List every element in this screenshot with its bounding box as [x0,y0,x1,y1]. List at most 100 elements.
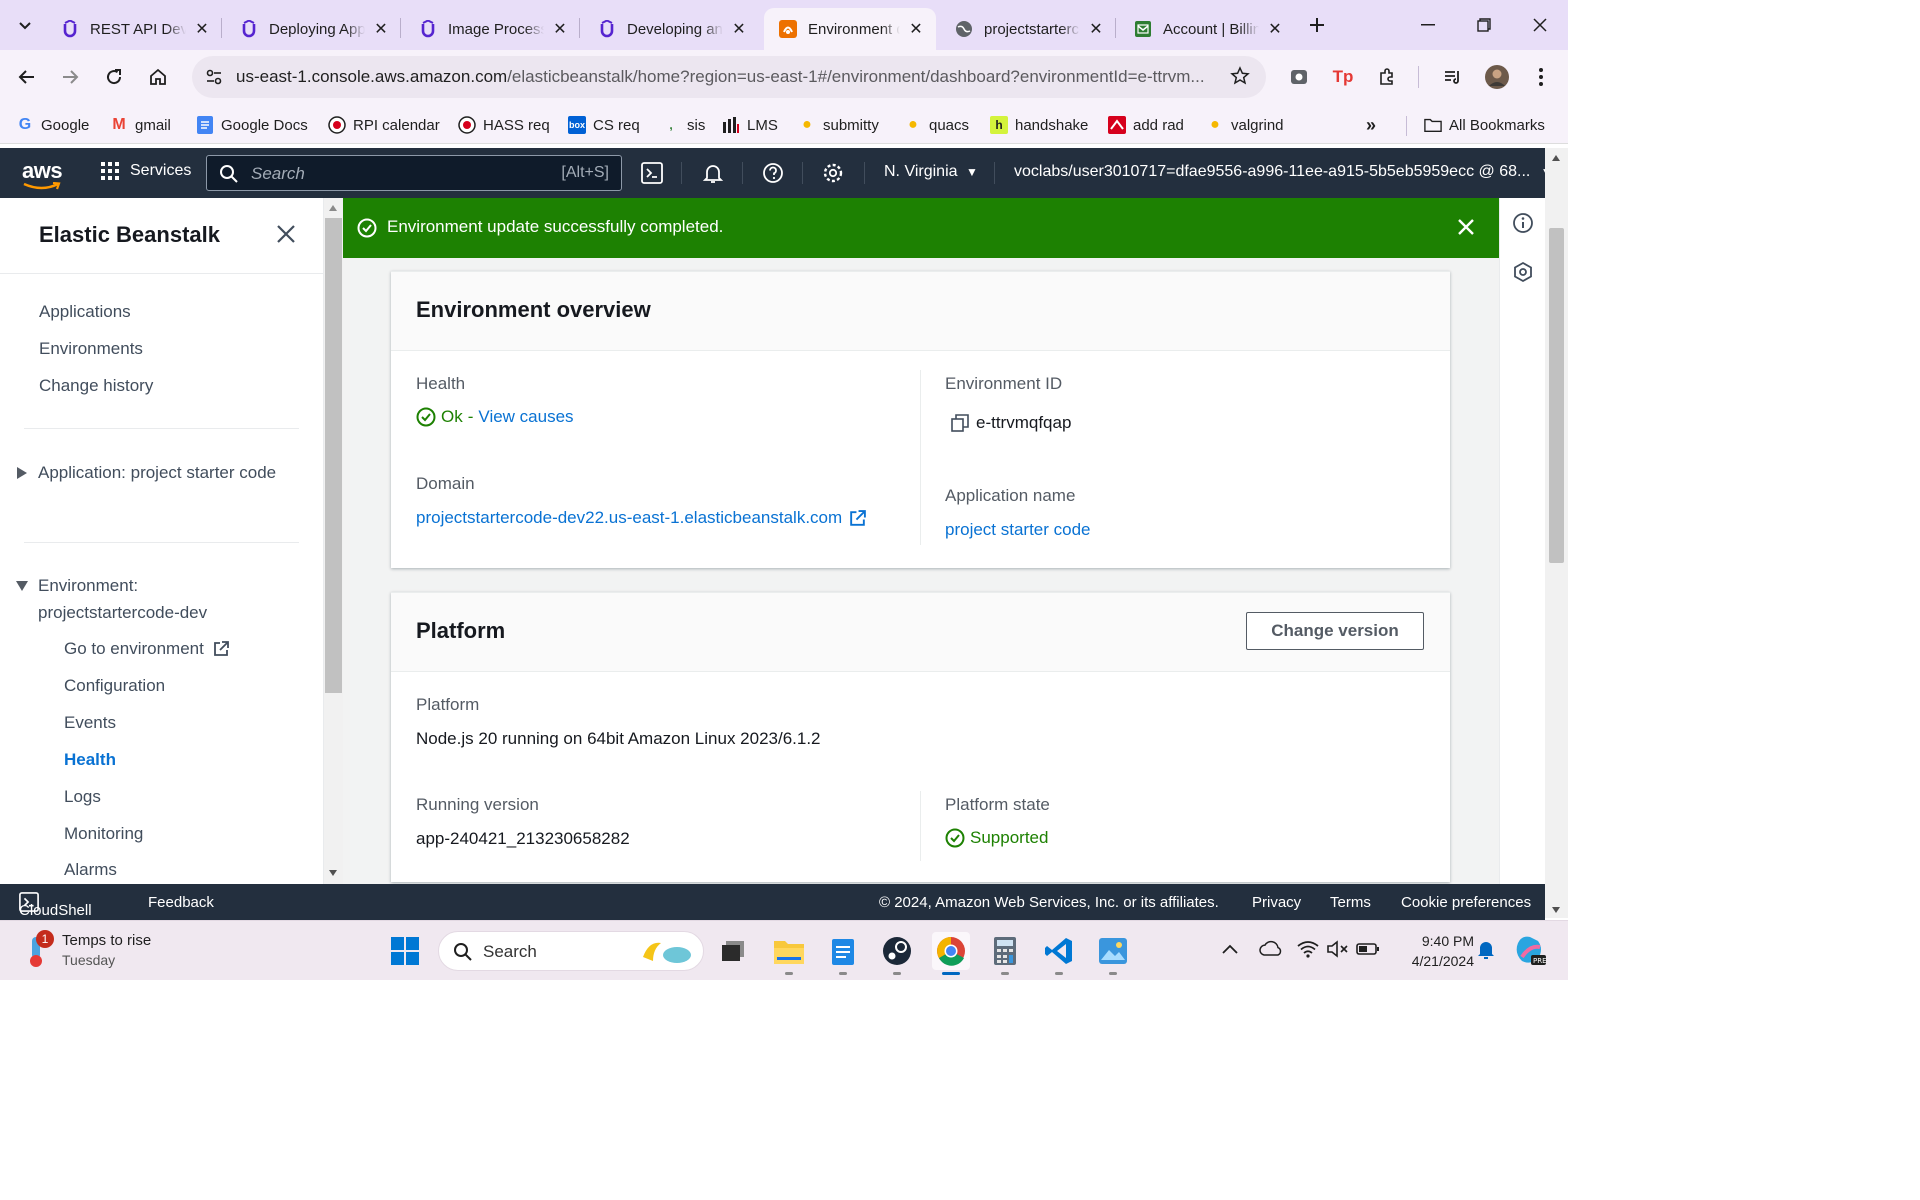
system-clock[interactable]: 9:40 PM 4/21/2024 [1412,931,1474,971]
feedback-hex-icon[interactable] [1512,261,1534,288]
show-hidden-icons-button[interactable] [1222,941,1238,959]
calculator-button[interactable] [986,932,1024,975]
privacy-link[interactable]: Privacy [1252,894,1301,911]
notification-bell-icon[interactable] [1476,939,1496,966]
close-window-button[interactable] [1512,0,1568,50]
gear-icon[interactable] [820,160,846,186]
copilot-icon[interactable]: PRE [1512,933,1547,972]
close-icon[interactable]: ✕ [729,19,749,39]
bookmark-google-docs[interactable]: Google Docs [196,112,308,138]
browser-tab[interactable]: Account | Billing ✕ [1119,8,1295,50]
reload-button[interactable] [97,60,131,94]
nav-configuration[interactable]: Configuration [64,676,165,696]
home-button[interactable] [141,60,175,94]
nav-change-history[interactable]: Change history [39,376,153,396]
chrome-button[interactable] [932,932,970,975]
close-icon[interactable]: ✕ [550,19,570,39]
tab-search-button[interactable] [8,8,42,42]
bookmark-submitty[interactable]: ● submitty [798,112,879,138]
vscode-button[interactable] [1040,932,1078,975]
bookmark-valgrind[interactable]: ● valgrind [1206,112,1283,138]
close-nav-button[interactable] [276,224,300,248]
account-menu[interactable]: voclabs/user3010717=dfae9556-a996-11ee-a… [1014,163,1553,181]
more-bookmarks-button[interactable]: » [1366,112,1376,138]
nav-alarms[interactable]: Alarms [64,860,117,880]
bookmark-quacs[interactable]: ● quacs [904,112,969,138]
dismiss-flash-button[interactable] [1457,218,1479,240]
battery-icon[interactable] [1356,939,1380,964]
bookmark-cs-req[interactable]: box CS req [568,112,640,138]
change-version-button[interactable]: Change version [1246,612,1424,650]
help-icon[interactable] [760,160,786,186]
address-bar[interactable]: us-east-1.console.aws.amazon.com/elastic… [192,56,1266,98]
nav-application-section[interactable]: Application: project starter code [38,459,278,486]
info-icon[interactable] [1512,212,1534,239]
steam-button[interactable] [878,932,916,975]
taskbar-search[interactable]: Search [438,931,704,971]
restore-button[interactable] [1456,0,1512,50]
minimize-button[interactable] [1400,0,1456,50]
more-menu-icon[interactable] [1524,60,1558,94]
aws-logo[interactable]: aws [22,158,63,190]
puzzle-icon[interactable] [1370,60,1404,94]
close-icon[interactable]: ✕ [1086,19,1106,39]
domain-link[interactable]: projectstartercode-dev22.us-east-1.elast… [416,508,867,528]
terms-link[interactable]: Terms [1330,894,1371,911]
feedback-link[interactable]: Feedback [148,894,214,911]
nav-environments[interactable]: Environments [39,339,143,359]
page-scrollbar[interactable] [1545,148,1568,918]
close-icon[interactable]: ✕ [1265,19,1285,39]
view-causes-link[interactable]: View causes [478,407,573,427]
browser-tab[interactable]: REST API Development ✕ [46,8,222,50]
close-icon[interactable]: ✕ [371,19,391,39]
bookmark-sis[interactable]: , sis [662,112,705,138]
cloudshell-icon[interactable] [639,160,665,186]
wifi-icon[interactable] [1296,939,1320,964]
tp-extension-icon[interactable]: Tp [1326,60,1360,94]
browser-tab[interactable]: Deploying Applications ✕ [225,8,401,50]
cookie-preferences-link[interactable]: Cookie preferences [1401,894,1531,911]
cloudshell-button[interactable]: CloudShell [19,892,92,919]
notepad-button[interactable] [824,932,862,975]
back-button[interactable] [10,60,44,94]
start-button[interactable] [386,932,424,970]
nav-go-to-environment[interactable]: Go to environment [64,639,230,659]
volume-muted-icon[interactable] [1326,939,1350,964]
nav-applications[interactable]: Applications [39,302,131,322]
extension-icon[interactable] [1282,60,1316,94]
all-bookmarks-button[interactable]: All Bookmarks [1424,112,1545,138]
nav-environment-section[interactable]: Environment: projectstartercode-dev [38,572,278,626]
media-control-icon[interactable] [1436,60,1470,94]
side-nav-scrollbar[interactable] [324,198,343,884]
avatar[interactable] [1480,60,1514,94]
bookmark-lms[interactable]: LMS [722,112,778,138]
bookmark-google[interactable]: G Google [16,112,90,138]
forward-button[interactable] [53,60,87,94]
file-explorer-button[interactable] [770,932,808,975]
bell-icon[interactable] [700,160,726,186]
nav-health[interactable]: Health [64,750,116,770]
new-tab-button[interactable] [1300,8,1334,42]
task-view-button[interactable] [714,932,752,970]
nav-events[interactable]: Events [64,713,116,733]
browser-tab[interactable]: Image Processing ✕ [404,8,580,50]
onedrive-icon[interactable] [1258,939,1282,964]
aws-search-input[interactable]: Search [Alt+S] [206,155,622,191]
application-name-link[interactable]: project starter code [945,520,1091,540]
close-icon[interactable]: ✕ [192,19,212,39]
copy-icon[interactable] [951,414,969,432]
bookmark-handshake[interactable]: h handshake [990,112,1088,138]
bookmark-gmail[interactable]: Mgmail [110,112,171,138]
photos-button[interactable] [1094,932,1132,975]
browser-tab[interactable]: Developing and Deploying ✕ [583,8,759,50]
star-icon[interactable] [1230,66,1250,91]
bookmark-add-rad[interactable]: add rad [1108,112,1184,138]
close-icon[interactable]: ✕ [906,19,926,39]
site-info-icon[interactable] [204,67,224,92]
bookmark-rpi-calendar[interactable]: RPI calendar [328,112,440,138]
bookmark-hass-req[interactable]: HASS req [458,112,550,138]
browser-tab[interactable]: projectstartercode ✕ [940,8,1116,50]
nav-monitoring[interactable]: Monitoring [64,824,143,844]
services-menu-button[interactable]: Services [100,161,191,181]
browser-tab-active[interactable]: Environment details ✕ [764,8,936,50]
